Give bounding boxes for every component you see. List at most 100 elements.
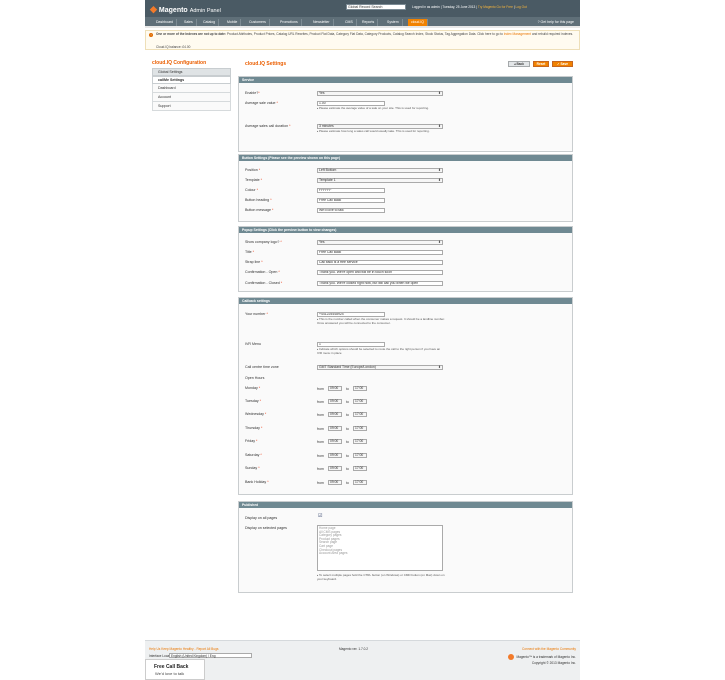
saturday-open-select[interactable]: 09:00 — [328, 453, 342, 458]
index-management-link[interactable]: Index Management — [504, 32, 531, 36]
published-section: Published Display on all pages ☑ Display… — [238, 501, 573, 593]
nav-cloudiq[interactable]: cloud.IQ — [408, 19, 429, 26]
thursday-open-select[interactable]: 09:00 — [328, 426, 342, 431]
show-logo-select[interactable]: Yes — [317, 240, 443, 245]
main-nav: Dashboard Sales Catalog Mobile Customers… — [145, 17, 580, 28]
sunday-close-select[interactable]: 17:00 — [353, 466, 367, 471]
widget-message: We'd love to talk — [155, 671, 185, 676]
nav-customers[interactable]: Customers — [246, 19, 270, 26]
help-link[interactable]: ? Get help for this page — [538, 19, 574, 26]
service-section: Service Enable?* Yes Average sale value … — [238, 76, 573, 152]
monday-close-select[interactable]: 17:00 — [353, 386, 367, 391]
page-title: cloud.IQ Settings — [245, 61, 287, 67]
button-message-input[interactable]: We'd love to talk — [317, 208, 385, 213]
enable-select[interactable]: Yes — [317, 91, 443, 96]
strap-line-input[interactable]: Call back is a free service — [317, 260, 443, 265]
friday-close-select[interactable]: 17:00 — [353, 439, 367, 444]
selected-pages-list[interactable]: Home page All CMS pages Category pages P… — [317, 525, 443, 571]
list-item[interactable]: Account Area pages — [319, 552, 441, 556]
try-magento-go-link[interactable]: Try Magento Go for Free — [478, 5, 513, 9]
popup-title-label: Title * — [245, 250, 255, 254]
warning-icon: ! — [149, 33, 153, 37]
popup-settings-header: Popup Settings (Click the preview button… — [239, 227, 572, 233]
trademark-text: Magento™ is a trademark of Magento Inc. — [516, 655, 576, 659]
from-label: from — [317, 413, 324, 417]
confirm-closed-label: Confirmation - Closed * — [245, 281, 283, 285]
sidebar-item-global-settings[interactable]: Global Settings — [152, 68, 231, 76]
nav-promotions[interactable]: Promotions — [277, 19, 302, 26]
day-label-sunday: Sunday * — [245, 466, 260, 470]
to-label: to — [346, 454, 349, 458]
from-label: from — [317, 467, 324, 471]
position-label: Position * — [245, 168, 261, 172]
thursday-close-select[interactable]: 17:00 — [353, 426, 367, 431]
to-label: to — [346, 413, 349, 417]
colour-label: Colour * — [245, 188, 258, 192]
bank-holiday-open-select[interactable]: 09:00 — [328, 480, 342, 485]
reset-button[interactable]: Reset — [533, 61, 549, 67]
report-bugs-link[interactable]: Help Us Keep Magento Healthy - Report Al… — [149, 647, 218, 651]
sidebar-title: cloud.IQ Configuration — [152, 60, 207, 66]
timezone-select[interactable]: GMT Standard Time (Europe/London) — [317, 365, 443, 370]
callback-widget[interactable]: Free Call Back We'd love to talk — [145, 659, 205, 680]
tuesday-open-select[interactable]: 09:00 — [328, 399, 342, 404]
nav-catalog[interactable]: Catalog — [200, 19, 220, 26]
template-select[interactable]: Template 1 — [317, 178, 443, 183]
to-label: to — [346, 400, 349, 404]
magento-logo[interactable]: ◆ Magento Admin Panel — [150, 4, 221, 15]
wednesday-open-select[interactable]: 09:00 — [328, 412, 342, 417]
confirm-closed-input[interactable]: Thank you. We're closed right now, but w… — [317, 281, 443, 286]
show-logo-label: Show company logo? * — [245, 240, 282, 244]
magento-small-logo-icon — [508, 654, 514, 660]
colour-input[interactable]: FFFFFF — [317, 188, 385, 193]
from-label: from — [317, 481, 324, 485]
sidebar-item-support[interactable]: Support — [152, 102, 231, 111]
service-header: Service — [239, 77, 572, 83]
popup-settings-section: Popup Settings (Click the preview button… — [238, 226, 573, 292]
nav-sales[interactable]: Sales — [181, 19, 197, 26]
saturday-close-select[interactable]: 17:00 — [353, 453, 367, 458]
nav-mobile[interactable]: Mobile — [224, 19, 242, 26]
from-label: from — [317, 440, 324, 444]
sunday-open-select[interactable]: 09:00 — [328, 466, 342, 471]
display-all-checkbox[interactable]: ☑ — [318, 514, 323, 519]
day-label-bank-holiday: Bank Holiday * — [245, 480, 269, 484]
back-button[interactable]: ◂ Back — [508, 61, 530, 67]
sidebar-item-dashboard[interactable]: Dashboard — [152, 84, 231, 93]
day-label-saturday: Saturday * — [245, 453, 262, 457]
position-select[interactable]: Left Bottom — [317, 168, 443, 173]
save-button[interactable]: ✓ Save — [552, 61, 573, 67]
friday-open-select[interactable]: 09:00 — [328, 439, 342, 444]
day-label-monday: Monday * — [245, 386, 261, 390]
logout-link[interactable]: Log Out — [515, 5, 526, 9]
popup-title-input[interactable]: Free Call Back — [317, 250, 443, 255]
locale-select[interactable]: English (United Kingdom) / Eng — [169, 653, 252, 658]
nav-newsletter[interactable]: Newsletter — [310, 19, 334, 26]
global-search-input[interactable]: Global Record Search — [346, 4, 406, 10]
community-link[interactable]: Connect with the Magento Community — [522, 647, 576, 651]
button-heading-label: Button heading * — [245, 198, 272, 202]
monday-open-select[interactable]: 09:00 — [328, 386, 342, 391]
avg-sale-note: Please estimate the average value of a s… — [317, 106, 445, 111]
day-label-friday: Friday * — [245, 439, 258, 443]
wednesday-close-select[interactable]: 17:00 — [353, 412, 367, 417]
tuesday-close-select[interactable]: 17:00 — [353, 399, 367, 404]
open-hours-label: Open Hours — [245, 376, 265, 380]
bank-holiday-close-select[interactable]: 17:00 — [353, 480, 367, 485]
nav-cms[interactable]: CMS — [342, 19, 357, 26]
nav-system[interactable]: System — [384, 19, 403, 26]
index-message: ! One or more of the Indexes are not up … — [145, 30, 580, 50]
button-heading-input[interactable]: Free Call Back — [317, 198, 385, 203]
avg-sale-label: Average sale value * — [245, 101, 278, 105]
sidebar-item-callme-settings[interactable]: callMe Settings — [152, 76, 231, 84]
button-settings-header: Button Settings (Please see the preview … — [239, 155, 572, 161]
callback-settings-section: Callback settings Your number * +4412254… — [238, 297, 573, 495]
nav-reports[interactable]: Reports — [359, 19, 379, 26]
nav-dashboard[interactable]: Dashboard — [153, 19, 178, 26]
display-all-label: Display on all pages — [245, 516, 278, 520]
enable-label: Enable?* — [245, 91, 260, 95]
sidebar-item-account[interactable]: Account — [152, 93, 231, 102]
confirm-open-input[interactable]: Thank you. We're open and will be in tou… — [317, 270, 443, 275]
widget-title: Free Call Back — [154, 664, 189, 670]
from-label: from — [317, 427, 324, 431]
